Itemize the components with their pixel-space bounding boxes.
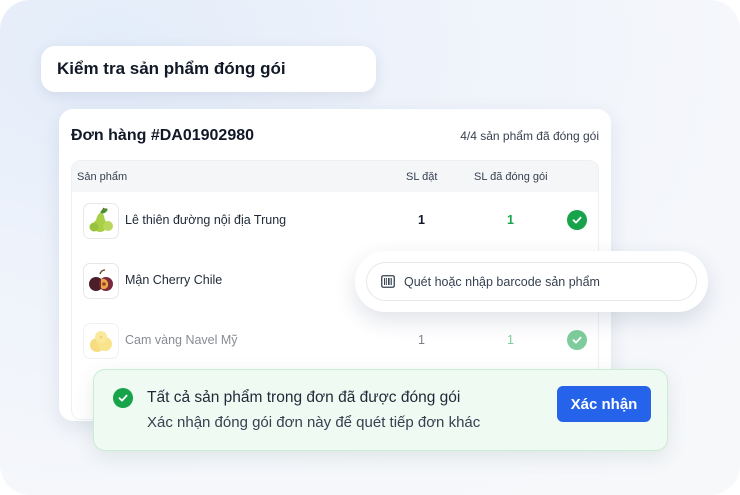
app-canvas: Kiểm tra sản phẩm đóng gói Đơn hàng #DA0… bbox=[0, 0, 740, 495]
table-row[interactable]: Cam vàng Navel Mỹ 1 1 bbox=[72, 321, 598, 361]
order-header: Đơn hàng #DA01902980 4/4 sản phẩm đã đón… bbox=[71, 125, 599, 147]
ordered-qty: 1 bbox=[418, 333, 425, 347]
check-circle-icon bbox=[567, 210, 587, 230]
barcode-input[interactable]: Quét hoặc nhập barcode sản phẩm bbox=[366, 262, 697, 301]
packed-qty: 1 bbox=[507, 213, 514, 227]
check-circle-icon bbox=[113, 388, 133, 408]
order-id: Đơn hàng #DA01902980 bbox=[71, 127, 255, 144]
table-header: Sản phẩm SL đặt SL đã đóng gói bbox=[72, 161, 598, 192]
packed-qty: 1 bbox=[507, 333, 514, 347]
banner-title: Tất cả sản phẩm trong đơn đã được đóng g… bbox=[147, 389, 461, 406]
barcode-placeholder: Quét hoặc nhập barcode sản phẩm bbox=[404, 274, 600, 289]
plum-icon bbox=[83, 263, 119, 299]
ordered-qty: 1 bbox=[418, 213, 425, 227]
product-name: Lê thiên đường nội địa Trung bbox=[125, 213, 287, 227]
barcode-scan-panel: Quét hoặc nhập barcode sản phẩm bbox=[355, 251, 708, 312]
column-ordered-qty: SL đặt bbox=[406, 170, 438, 183]
table-row[interactable]: Lê thiên đường nội địa Trung 1 1 bbox=[72, 201, 598, 241]
confirm-button[interactable]: Xác nhận bbox=[557, 386, 651, 422]
check-circle-icon bbox=[567, 330, 587, 350]
packed-summary: 4/4 sản phẩm đã đóng gói bbox=[460, 129, 599, 143]
barcode-icon bbox=[381, 275, 395, 288]
orange-icon bbox=[83, 323, 119, 359]
column-packed-qty: SL đã đóng gói bbox=[474, 170, 548, 183]
page-title: Kiểm tra sản phẩm đóng gói bbox=[41, 46, 376, 92]
pear-icon bbox=[83, 203, 119, 239]
product-name: Mận Cherry Chile bbox=[125, 273, 223, 287]
banner-subtitle: Xác nhận đóng gói đơn này để quét tiếp đ… bbox=[147, 414, 481, 431]
column-product: Sản phẩm bbox=[77, 170, 128, 183]
all-packed-banner: Tất cả sản phẩm trong đơn đã được đóng g… bbox=[93, 369, 668, 451]
product-name: Cam vàng Navel Mỹ bbox=[125, 333, 238, 347]
